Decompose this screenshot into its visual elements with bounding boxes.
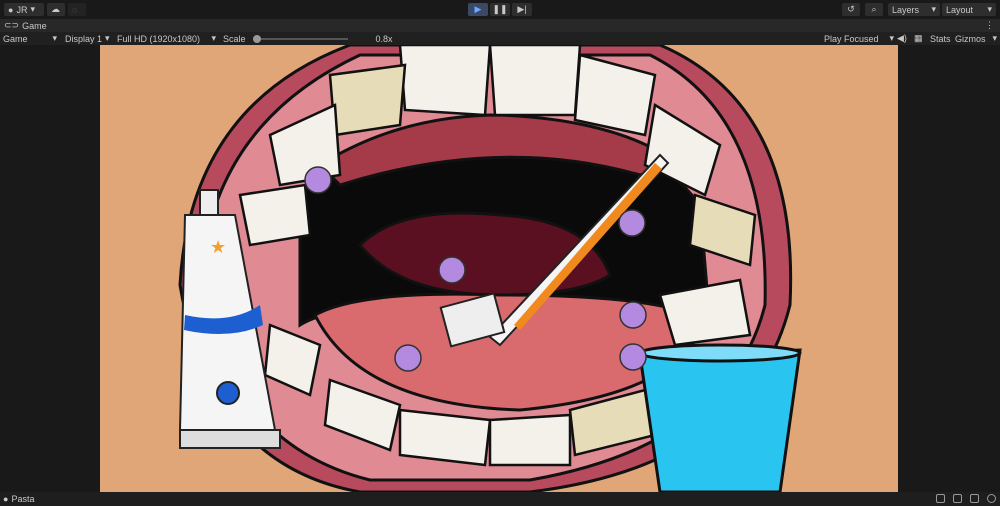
svg-text:★: ★ <box>210 237 226 257</box>
keyboard-icon: ▦ <box>914 33 923 43</box>
cloud-button[interactable]: ☁ <box>47 3 65 16</box>
germ <box>619 343 647 371</box>
info-icon: ● <box>3 494 9 504</box>
history-button[interactable]: ↺ <box>842 3 860 16</box>
scale-control: Scale 0.8x <box>223 33 393 44</box>
germ <box>438 256 466 284</box>
collab-button[interactable]: ◌ <box>68 3 86 16</box>
germ <box>394 344 422 372</box>
mode-dropdown[interactable]: Game ▾ <box>3 32 57 45</box>
debug-icon[interactable] <box>936 494 945 503</box>
cloud-icon: ☁ <box>51 4 60 14</box>
account-dropdown[interactable]: ● JR ▾ <box>4 3 44 16</box>
chevron-down-icon: ▾ <box>889 33 895 43</box>
user-icon: ● <box>8 4 14 15</box>
display-dropdown[interactable]: Display 1 ▾ <box>65 32 110 45</box>
sync-icon[interactable] <box>970 494 979 503</box>
build-icon[interactable] <box>953 494 962 503</box>
play-mode-dropdown[interactable]: Play Focused ▾ <box>824 32 894 45</box>
chevron-down-icon: ▾ <box>105 33 110 43</box>
console-message[interactable]: Pasta <box>11 494 34 504</box>
game-canvas[interactable]: ★ <box>100 45 898 492</box>
pause-button[interactable]: ❚❚ <box>490 3 510 16</box>
resolution-dropdown[interactable]: Full HD (1920x1080) ▾ <box>117 32 216 45</box>
speaker-icon: ◀) <box>897 33 907 43</box>
search-icon: ⌕ <box>871 4 877 14</box>
chevron-down-icon: ▾ <box>211 33 216 43</box>
chevron-down-icon: ▾ <box>992 33 998 43</box>
germ <box>304 166 332 194</box>
chevron-down-icon: ▾ <box>30 4 35 14</box>
layers-dropdown[interactable]: Layers ▾ <box>888 3 940 16</box>
germ <box>618 209 646 237</box>
search-button[interactable]: ⌕ <box>865 3 883 16</box>
game-view-toolbar: Game ▾ Display 1 ▾ Full HD (1920x1080) ▾ Sc… <box>0 32 1000 45</box>
shortcuts-button[interactable]: ▦ <box>914 32 923 45</box>
step-button[interactable]: ▶| <box>512 3 532 16</box>
more-options-icon[interactable]: ⋮ <box>985 20 994 31</box>
step-icon: ▶| <box>517 4 527 14</box>
water-cup <box>638 343 802 492</box>
chevron-down-icon: ▾ <box>52 33 57 43</box>
history-icon: ↺ <box>847 4 855 14</box>
play-button[interactable]: ▶ <box>468 3 488 16</box>
main-toolbar: ● JR ▾ ☁ ◌ ▶ ❚❚ ▶| ↺ ⌕ Layers ▾ Layout ▾ <box>0 0 1000 19</box>
scale-slider[interactable] <box>252 34 348 43</box>
pause-icon: ❚❚ <box>492 4 508 14</box>
notifications-icon[interactable] <box>987 494 996 503</box>
chevron-down-icon: ▾ <box>987 4 992 14</box>
status-bar: ● Pasta <box>0 492 1000 506</box>
layout-dropdown[interactable]: Layout ▾ <box>942 3 996 16</box>
game-tab[interactable]: ⊂⊃ Game ⋮ <box>0 19 1000 32</box>
play-icon: ▶ <box>474 4 482 14</box>
germ <box>619 301 647 329</box>
mute-audio-button[interactable]: ◀) <box>897 32 907 45</box>
stats-button[interactable]: Stats <box>930 32 951 45</box>
chevron-down-icon: ▾ <box>931 4 936 14</box>
gamepad-icon: ⊂⊃ <box>4 20 20 30</box>
gizmos-dropdown[interactable]: Gizmos ▾ <box>955 32 997 45</box>
collab-icon: ◌ <box>72 4 78 15</box>
